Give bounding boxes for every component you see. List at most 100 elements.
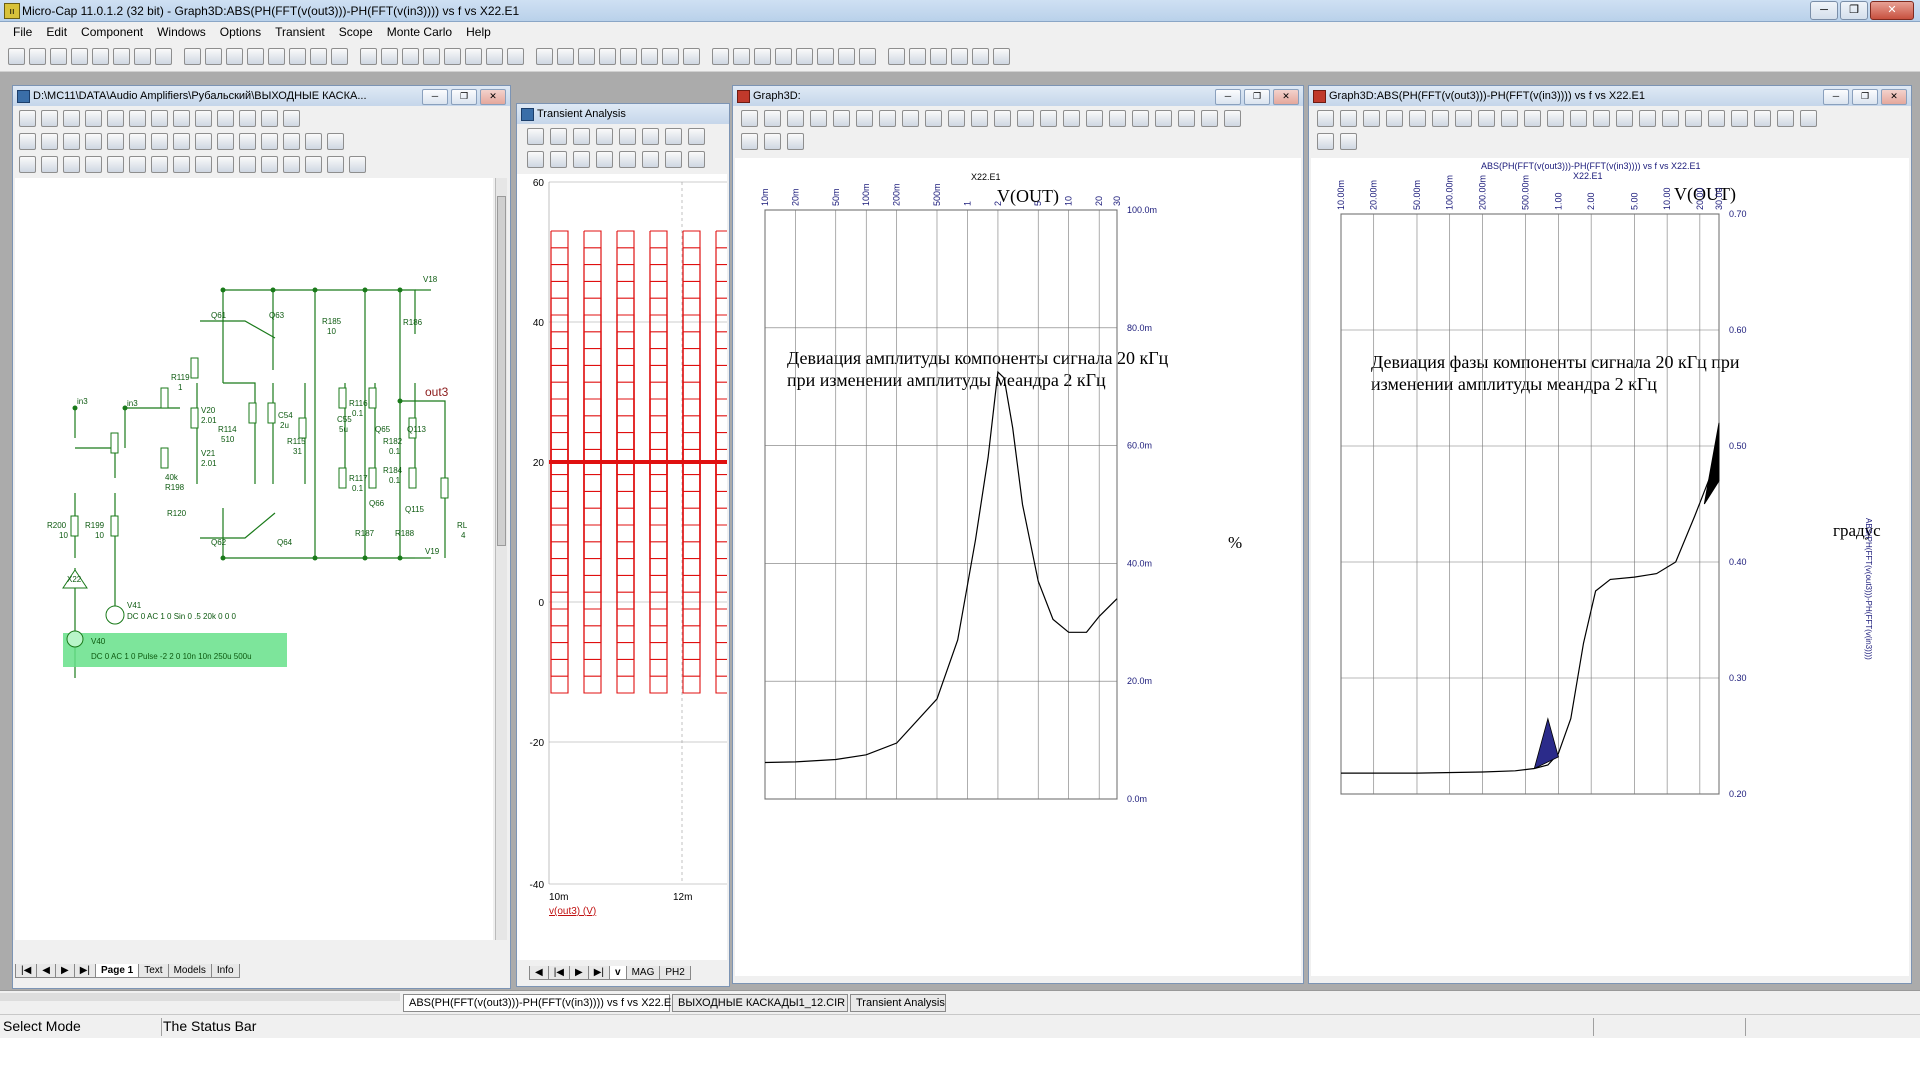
toolbar-button[interactable] (486, 48, 503, 65)
toolbar-button[interactable] (349, 156, 366, 173)
toolbar-button[interactable] (195, 133, 212, 150)
toolbar-button[interactable] (327, 156, 344, 173)
toolbar-button[interactable] (1363, 110, 1380, 127)
toolbar-button[interactable] (205, 48, 222, 65)
toolbar-button[interactable] (1317, 133, 1334, 150)
toolbar-button[interactable] (550, 128, 567, 145)
toolbar-button[interactable] (195, 110, 212, 127)
toolbar-button[interactable] (129, 156, 146, 173)
toolbar-button[interactable] (764, 133, 781, 150)
tab-text[interactable]: Text (138, 964, 169, 978)
schematic-minimize-button[interactable]: ─ (422, 89, 448, 105)
toolbar-button[interactable] (993, 48, 1010, 65)
toolbar-button[interactable] (283, 133, 300, 150)
toolbar-button[interactable] (550, 151, 567, 168)
toolbar-button[interactable] (557, 48, 574, 65)
toolbar-button[interactable] (599, 48, 616, 65)
toolbar-button[interactable] (444, 48, 461, 65)
toolbar-button[interactable] (247, 48, 264, 65)
toolbar-button[interactable] (226, 48, 243, 65)
toolbar-button[interactable] (642, 151, 659, 168)
toolbar-button[interactable] (155, 48, 172, 65)
toolbar-button[interactable] (305, 156, 322, 173)
toolbar-button[interactable] (173, 110, 190, 127)
toolbar-button[interactable] (8, 48, 25, 65)
toolbar-button[interactable] (948, 110, 965, 127)
tab-mag[interactable]: MAG (625, 966, 661, 980)
schematic-maximize-button[interactable]: ❐ (451, 89, 477, 105)
graph3d-phase-plot-area[interactable]: ABS(PH(FFT(v(out3)))-PH(FFT(v(in3)))) vs… (1311, 158, 1909, 976)
toolbar-button[interactable] (796, 48, 813, 65)
toolbar-button[interactable] (888, 48, 905, 65)
tab-info[interactable]: Info (210, 964, 240, 978)
toolbar-button[interactable] (817, 48, 834, 65)
nav-prev-button[interactable]: ◀ (36, 964, 56, 978)
toolbar-button[interactable] (1662, 110, 1679, 127)
toolbar-button[interactable] (1754, 110, 1771, 127)
toolbar-button[interactable] (596, 151, 613, 168)
toolbar-button[interactable] (360, 48, 377, 65)
toolbar-button[interactable] (151, 156, 168, 173)
toolbar-button[interactable] (151, 133, 168, 150)
toolbar-button[interactable] (1063, 110, 1080, 127)
toolbar-button[interactable] (925, 110, 942, 127)
phase-minimize-button[interactable]: ─ (1823, 89, 1849, 105)
toolbar-button[interactable] (1777, 110, 1794, 127)
toolbar-button[interactable] (239, 110, 256, 127)
nav-next-button[interactable]: ▶ (55, 964, 75, 978)
toolbar-button[interactable] (465, 48, 482, 65)
toolbar-button[interactable] (1800, 110, 1817, 127)
toolbar-button[interactable] (63, 133, 80, 150)
schematic-scroll-thumb[interactable] (497, 196, 506, 546)
toolbar-button[interactable] (620, 48, 637, 65)
toolbar-button[interactable] (683, 48, 700, 65)
toolbar-button[interactable] (787, 110, 804, 127)
phase-close-button[interactable]: ✕ (1881, 89, 1907, 105)
tr-nav-prev[interactable]: |◀ (547, 966, 570, 980)
toolbar-button[interactable] (1570, 110, 1587, 127)
doc-tab-transient[interactable]: Transient Analysis (850, 994, 946, 1012)
toolbar-button[interactable] (19, 156, 36, 173)
toolbar-button[interactable] (50, 48, 67, 65)
toolbar-button[interactable] (63, 110, 80, 127)
toolbar-button[interactable] (1201, 110, 1218, 127)
toolbar-button[interactable] (331, 48, 348, 65)
toolbar-button[interactable] (217, 133, 234, 150)
toolbar-button[interactable] (173, 156, 190, 173)
toolbar-button[interactable] (859, 48, 876, 65)
toolbar-button[interactable] (1155, 110, 1172, 127)
toolbar-button[interactable] (1708, 110, 1725, 127)
toolbar-button[interactable] (1455, 110, 1472, 127)
toolbar-button[interactable] (19, 133, 36, 150)
toolbar-button[interactable] (573, 128, 590, 145)
toolbar-button[interactable] (1040, 110, 1057, 127)
horizontal-scroll[interactable] (0, 993, 400, 1001)
toolbar-button[interactable] (1478, 110, 1495, 127)
toolbar-button[interactable] (184, 48, 201, 65)
toolbar-button[interactable] (1593, 110, 1610, 127)
toolbar-button[interactable] (1340, 110, 1357, 127)
toolbar-button[interactable] (712, 48, 729, 65)
toolbar-button[interactable] (619, 128, 636, 145)
toolbar-button[interactable] (665, 151, 682, 168)
toolbar-button[interactable] (71, 48, 88, 65)
toolbar-button[interactable] (41, 156, 58, 173)
graph3d-minimize-button[interactable]: ─ (1215, 89, 1241, 105)
toolbar-button[interactable] (63, 156, 80, 173)
toolbar-button[interactable] (1340, 133, 1357, 150)
toolbar-button[interactable] (107, 133, 124, 150)
menu-component[interactable]: Component (74, 22, 150, 42)
toolbar-button[interactable] (305, 133, 322, 150)
menu-scope[interactable]: Scope (332, 22, 380, 42)
toolbar-button[interactable] (151, 110, 168, 127)
toolbar-button[interactable] (1386, 110, 1403, 127)
toolbar-button[interactable] (994, 110, 1011, 127)
toolbar-button[interactable] (741, 133, 758, 150)
toolbar-button[interactable] (741, 110, 758, 127)
toolbar-button[interactable] (1639, 110, 1656, 127)
toolbar-button[interactable] (19, 110, 36, 127)
schematic-vertical-scrollbar[interactable] (495, 178, 507, 940)
toolbar-button[interactable] (688, 151, 705, 168)
toolbar-button[interactable] (195, 156, 212, 173)
toolbar-button[interactable] (134, 48, 151, 65)
